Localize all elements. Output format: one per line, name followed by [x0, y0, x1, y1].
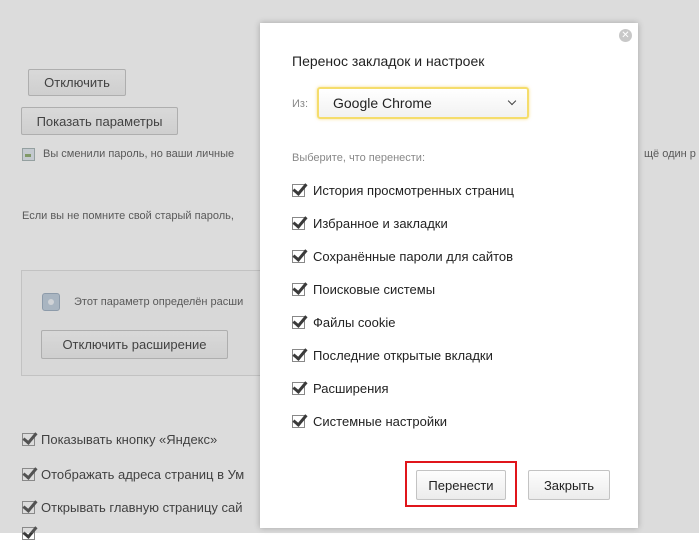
option-system-settings[interactable]: Системные настройки	[292, 414, 447, 429]
option-label: Избранное и закладки	[313, 216, 448, 231]
from-label: Из:	[292, 98, 309, 110]
source-browser-value: Google Chrome	[333, 95, 432, 111]
option-extensions[interactable]: Расширения	[292, 381, 389, 396]
option-bookmarks[interactable]: Избранное и закладки	[292, 216, 448, 231]
checkbox-icon[interactable]	[292, 382, 305, 395]
import-dialog: ✕ Перенос закладок и настроек Из: Google…	[260, 23, 638, 528]
option-label: Сохранённые пароли для сайтов	[313, 249, 514, 264]
option-label: Расширения	[313, 381, 389, 396]
option-search-engines[interactable]: Поисковые системы	[292, 282, 435, 297]
option-history[interactable]: История просмотренных страниц	[292, 183, 514, 198]
checkbox-icon[interactable]	[292, 316, 305, 329]
checkbox-icon[interactable]	[292, 283, 305, 296]
option-label: Системные настройки	[313, 414, 448, 429]
checkbox-icon[interactable]	[292, 415, 305, 428]
option-label: Поисковые системы	[313, 282, 436, 297]
dialog-title: Перенос закладок и настроек	[292, 53, 485, 69]
checkbox-icon[interactable]	[292, 349, 305, 362]
choose-label: Выберите, что перенести:	[292, 152, 426, 164]
chevron-down-icon	[507, 96, 517, 106]
option-label: Файлы cookie	[313, 315, 396, 330]
close-button[interactable]: Закрыть	[528, 470, 610, 500]
transfer-button[interactable]: Перенести	[416, 470, 506, 500]
option-recent-tabs[interactable]: Последние открытые вкладки	[292, 348, 493, 363]
checkbox-icon[interactable]	[292, 184, 305, 197]
option-passwords[interactable]: Сохранённые пароли для сайтов	[292, 249, 513, 264]
close-icon[interactable]: ✕	[619, 29, 632, 42]
option-label: История просмотренных страниц	[313, 183, 514, 198]
source-browser-select[interactable]: Google Chrome	[317, 87, 529, 119]
checkbox-icon[interactable]	[292, 217, 305, 230]
checkbox-icon[interactable]	[292, 250, 305, 263]
option-label: Последние открытые вкладки	[313, 348, 493, 363]
option-cookies[interactable]: Файлы cookie	[292, 315, 396, 330]
